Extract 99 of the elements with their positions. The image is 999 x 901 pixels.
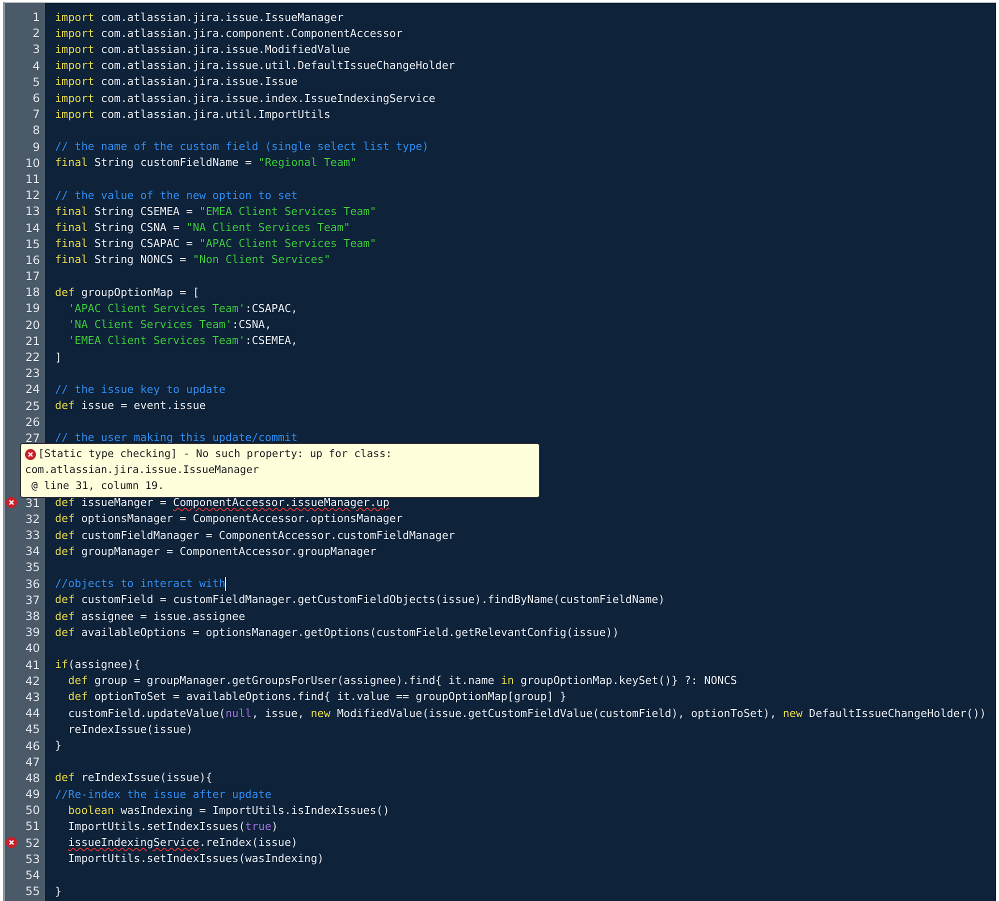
line-number: 42	[25, 674, 40, 688]
line-number: 50	[25, 803, 40, 818]
error-message: @ line 31, column 19.	[30, 479, 166, 494]
code-line: def customFieldManager = ComponentAccessor.customFieldManager	[55, 528, 455, 542]
line-number: 11	[25, 172, 40, 186]
code-line: 'APAC Client Services Team':CSAPAC,	[67, 302, 298, 315]
code-line: ImportUtils.setIndexIssues(wasIndexing)	[67, 852, 324, 866]
code-line: def assignee = issue.assignee	[55, 610, 246, 623]
line-number: 8	[32, 123, 40, 138]
line-number: 52	[25, 836, 40, 850]
code-line: final String CSAPAC = "APAC Client Services Team"	[55, 237, 376, 250]
line-number: 45	[25, 722, 40, 736]
code-line: import com.atlassian.jira.component.ComponentAccessor	[55, 26, 403, 40]
code-line: }	[55, 884, 62, 898]
line-number: 24	[25, 382, 40, 396]
line-number: 46	[25, 738, 40, 753]
line-number: 6	[32, 91, 40, 106]
code-line: import com.atlassian.jira.issue.util.DefaultIssueChangeHolder	[55, 59, 455, 72]
code-line: final String NONCS = "Non Client Services"	[55, 253, 330, 266]
line-number: 35	[25, 560, 40, 574]
code-line: boolean wasIndexing = ImportUtils.isIndexIssues()	[67, 804, 390, 817]
line-number: 15	[25, 236, 40, 251]
line-number: 40	[25, 641, 40, 656]
line-number: 34	[25, 544, 40, 558]
line-number: 12	[25, 188, 40, 202]
line-number: 10	[25, 156, 40, 170]
code-line: import com.atlassian.jira.issue.index.IssueIndexingService	[55, 92, 436, 105]
line-number: 53	[25, 852, 40, 866]
code-line: import com.atlassian.jira.issue.IssueManager	[55, 10, 344, 24]
code-line: // the user making this update/commit	[55, 431, 298, 444]
line-number: 43	[25, 690, 40, 704]
line-number: 54	[25, 868, 40, 882]
code-line: def issue = event.issue	[55, 399, 206, 412]
line-number: 3	[32, 42, 40, 56]
code-line: def customField = customFieldManager.getCustomFieldObjects(issue).findByName(customFieldName)	[55, 593, 665, 606]
code-line: import com.atlassian.jira.issue.ModifiedValue	[55, 42, 350, 56]
code-line: // the name of the custom field (single select list type)	[55, 140, 429, 154]
line-number: 47	[25, 754, 40, 769]
code-line: issueIndexingService.reIndex(issue)	[67, 836, 298, 850]
code-line: def reIndexIssue(issue){	[55, 771, 212, 784]
line-number: 33	[25, 528, 40, 542]
code-line: import com.atlassian.jira.issue.Issue	[55, 75, 298, 88]
code-line: //objects to interact with	[55, 577, 226, 590]
line-number: 18	[25, 285, 40, 300]
line-number: 4	[32, 58, 40, 73]
code-line: reIndexIssue(issue)	[67, 722, 193, 736]
line-number: 51	[25, 819, 40, 834]
code-line: 'NA Client Services Team':CSNA,	[67, 318, 272, 332]
line-number: 44	[25, 706, 40, 720]
line-number: 26	[25, 414, 40, 429]
line-number: 55	[25, 884, 40, 898]
code-line: // the issue key to update	[55, 382, 226, 396]
line-number: 22	[25, 350, 40, 364]
code-line: ImportUtils.setIndexIssues(true)	[67, 820, 278, 833]
code-line: def group = groupManager.getGroupsForUser(assignee).find{ it.name in groupOptionMap.keySet()} ?: NONCS	[67, 674, 737, 688]
code-line: // the value of the new option to set	[55, 188, 298, 202]
code-line: //Re-index the issue after update	[55, 788, 272, 801]
line-number: 7	[32, 107, 40, 122]
line-number: 5	[32, 74, 40, 89]
line-number: 1	[32, 10, 40, 24]
code-line: def groupManager = ComponentAccessor.groupManager	[55, 544, 376, 558]
line-number: 49	[25, 787, 40, 802]
line-number: 39	[25, 625, 40, 640]
line-number: 31	[25, 496, 40, 510]
code-line: final String CSNA = "NA Client Services Team"	[55, 221, 350, 234]
line-number: 38	[25, 609, 40, 624]
code-line: def optionsManager = ComponentAccessor.optionsManager	[55, 512, 403, 526]
code-line: def issueManger = ComponentAccessor.issueManager.up	[55, 496, 390, 510]
line-number: 19	[25, 301, 40, 316]
code-line: import com.atlassian.jira.util.ImportUtils	[55, 108, 330, 121]
line-number: 21	[25, 334, 40, 348]
code-line: def availableOptions = optionsManager.getOptions(customField.getRelevantConfig(issue))	[55, 626, 619, 639]
line-number: 41	[25, 658, 40, 672]
line-number: 27	[25, 430, 40, 445]
line-number: 9	[32, 140, 40, 154]
line-number: 2	[32, 26, 40, 40]
line-number: 32	[25, 512, 40, 526]
error-message: [Static type checking] - No such property: up for class:	[38, 447, 392, 462]
code-line: }	[55, 739, 62, 752]
code-line: customField.updateValue(null, issue, new ModifiedValue(issue.getCustomFieldValue(customField), optionToSet), new DefaultIssueChangeHolder())	[67, 706, 986, 720]
line-number: 36	[25, 576, 40, 591]
error-icon	[25, 449, 36, 460]
line-number: 20	[25, 318, 40, 332]
code-line: final String CSEMEA = "EMEA Client Services Team"	[55, 204, 376, 218]
code-line: 'EMEA Client Services Team':CSEMEA,	[67, 334, 298, 348]
line-number: 23	[25, 366, 40, 380]
line-number: 37	[25, 592, 40, 607]
line-number: 17	[25, 269, 40, 284]
code-line: ]	[55, 350, 62, 364]
line-number: 25	[25, 398, 40, 413]
line-number: 48	[25, 770, 40, 785]
line-number: 13	[25, 204, 40, 218]
line-number: 14	[25, 220, 40, 235]
line-number: 16	[25, 252, 40, 267]
code-line: final String customFieldName = "Regional Team"	[55, 156, 357, 170]
error-message: com.atlassian.jira.issue.IssueManager	[25, 463, 260, 478]
code-line: def groupOptionMap = [	[55, 286, 200, 299]
code-line: if(assignee){	[55, 658, 140, 672]
code-line: def optionToSet = availableOptions.find{ it.value == groupOptionMap[group] }	[67, 690, 566, 704]
